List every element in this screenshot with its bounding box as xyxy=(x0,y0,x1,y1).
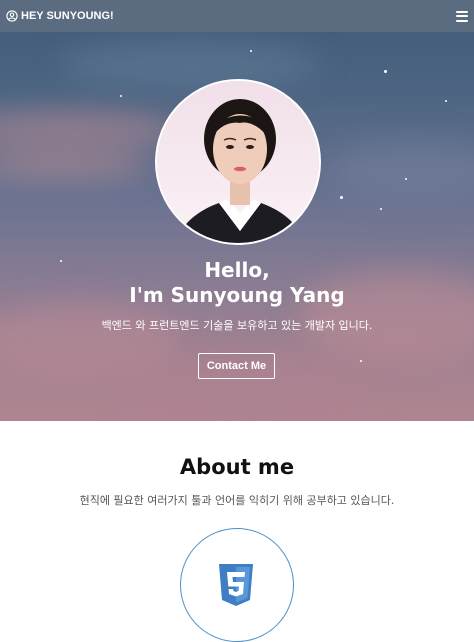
star xyxy=(340,196,343,199)
hero-subtitle: 백엔드 와 프런트엔드 기술을 보유하고 있는 개발자 입니다. xyxy=(101,319,373,332)
about-title: About me xyxy=(179,455,295,479)
cloud xyxy=(0,110,180,150)
user-circle-icon xyxy=(6,10,18,22)
brand-label: HEY SUNYOUNG! xyxy=(21,10,114,22)
contact-me-button[interactable]: Contact Me xyxy=(198,353,275,379)
html5-icon xyxy=(219,564,253,606)
star xyxy=(405,178,407,180)
top-navbar: HEY SUNYOUNG! xyxy=(0,0,474,32)
cloud xyxy=(60,40,320,90)
cloud xyxy=(330,140,474,200)
about-subtitle: 현직에 필요한 여러가지 툴과 언어를 익히기 위해 공부하고 있습니다. xyxy=(79,494,395,507)
star xyxy=(250,50,252,52)
star xyxy=(360,360,362,362)
star xyxy=(384,70,387,73)
profile-photo xyxy=(157,81,319,243)
hero-section: Hello, I'm Sunyoung Yang 백엔드 와 프런트엔드 기술을… xyxy=(0,0,474,421)
cloud xyxy=(0,150,150,180)
hamburger-menu-icon[interactable] xyxy=(456,10,468,22)
star xyxy=(380,208,382,210)
star xyxy=(445,100,447,102)
hero-title-line1: Hello, xyxy=(204,258,270,282)
hero-title-line2: I'm Sunyoung Yang xyxy=(129,283,345,307)
hero-title: Hello, I'm Sunyoung Yang xyxy=(0,258,474,308)
star xyxy=(120,95,122,97)
cloud xyxy=(0,300,180,380)
skill-circle-html5 xyxy=(180,528,294,642)
profile-avatar xyxy=(155,79,321,245)
brand-link[interactable]: HEY SUNYOUNG! xyxy=(6,10,114,22)
